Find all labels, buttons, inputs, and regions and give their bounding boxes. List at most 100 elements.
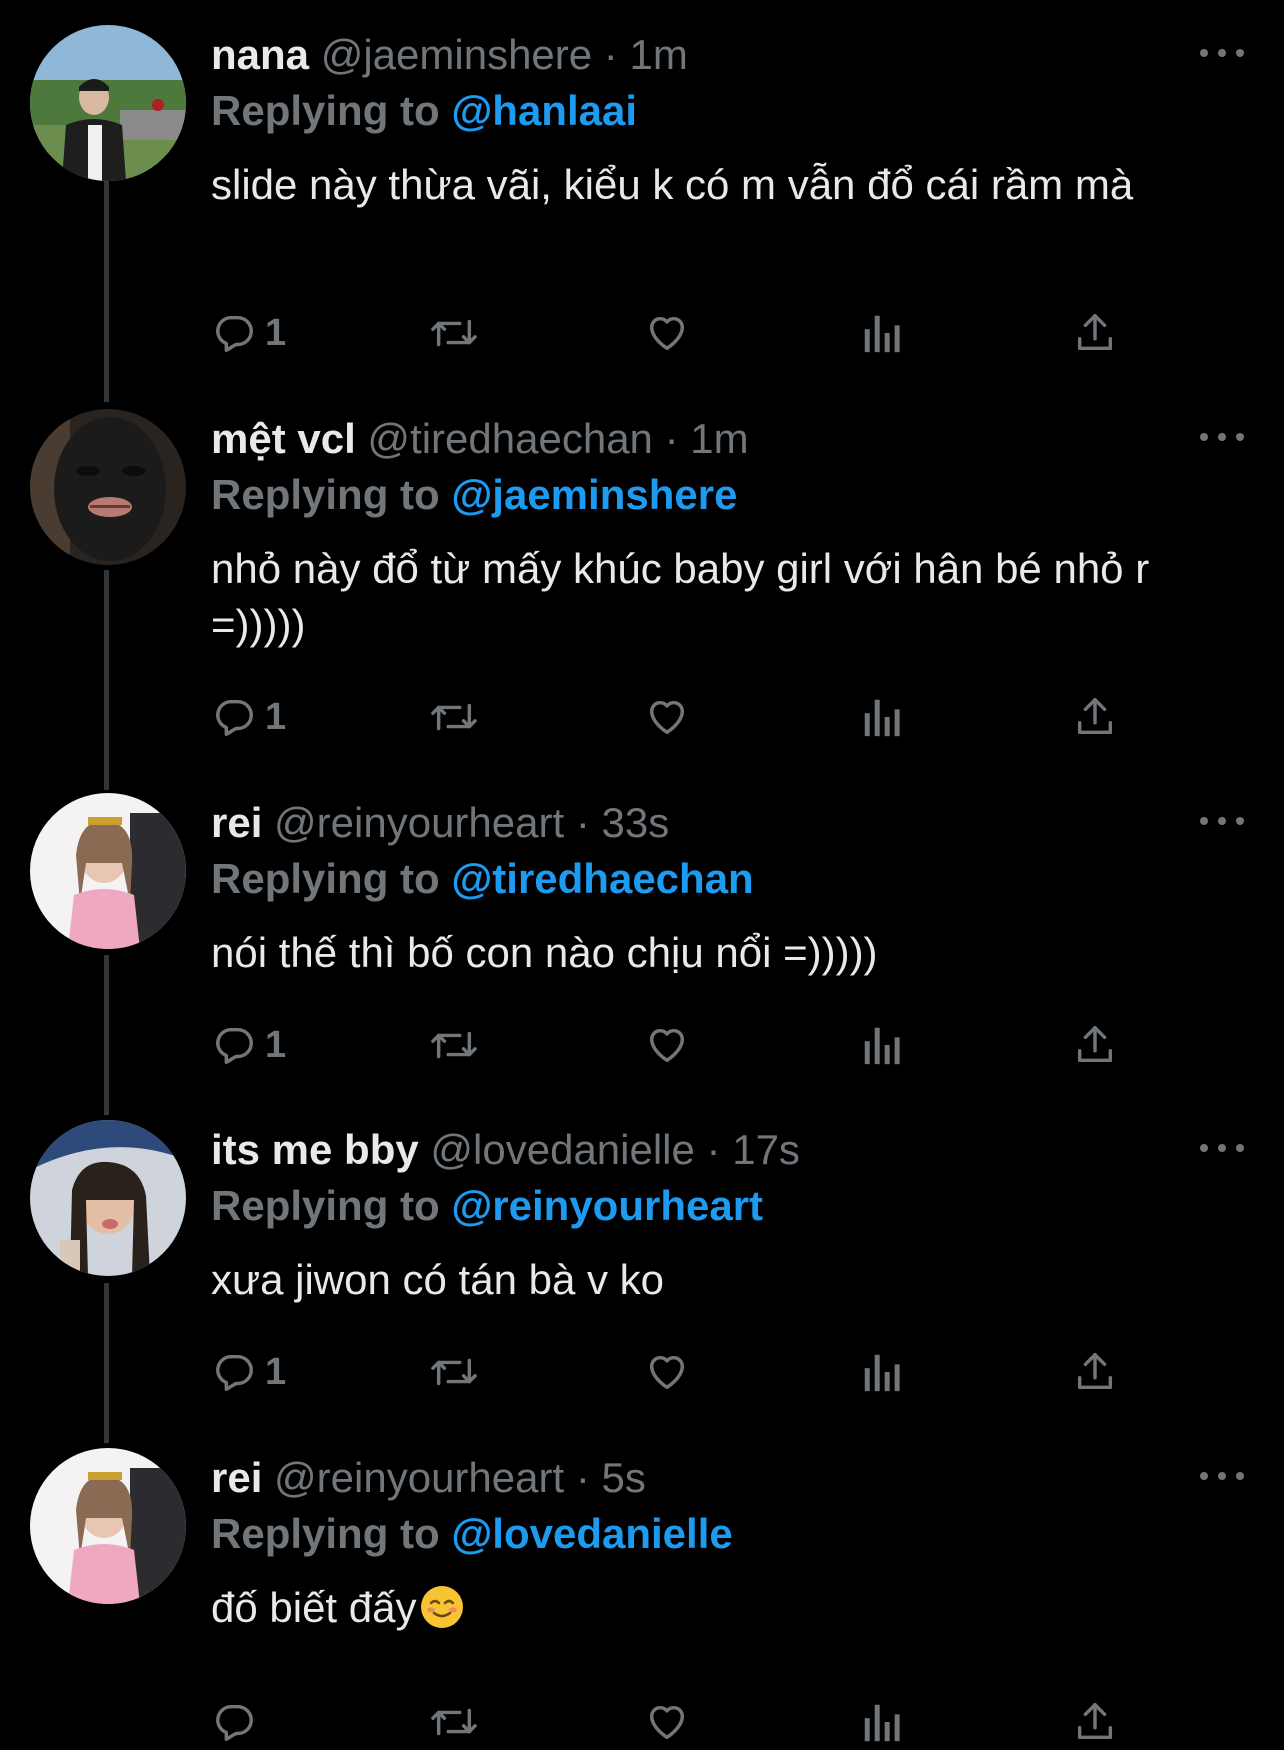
retweet-button[interactable] [428,689,480,745]
retweet-button[interactable] [428,1344,480,1400]
avatar[interactable] [30,793,186,949]
like-button[interactable] [643,1344,691,1400]
reply-button[interactable]: 1 [211,1344,286,1400]
more-icon[interactable] [1200,427,1244,447]
tweet-header: nana @jaeminshere · 1m [211,31,688,79]
views-button[interactable] [862,1694,902,1750]
user-handle[interactable]: @reinyourheart [274,1454,564,1501]
thread-line [104,570,109,790]
mention-link[interactable]: @jaeminshere [451,471,737,518]
share-button[interactable] [1072,305,1118,361]
like-button[interactable] [643,1694,691,1750]
share-icon [1077,1353,1113,1390]
separator-dot: · [575,1454,590,1501]
thread-line [104,170,109,402]
tweet-header: its me bby @lovedanielle · 17s [211,1126,800,1174]
separator-dot: · [664,415,679,462]
user-handle[interactable]: @reinyourheart [274,799,564,846]
retweet-button[interactable] [428,305,480,361]
replying-to: Replying to @hanlaai [211,87,637,135]
avatar[interactable] [30,409,186,565]
like-button[interactable] [643,689,691,745]
retweet-button[interactable] [428,1017,480,1073]
avatar[interactable] [30,1448,186,1604]
tweet-header: rei @reinyourheart · 5s [211,1454,646,1502]
share-button[interactable] [1072,1694,1118,1750]
display-name[interactable]: mệt vcl [211,415,356,462]
timestamp[interactable]: 1m [629,31,687,78]
more-icon[interactable] [1200,1138,1244,1158]
reply-icon [216,1354,253,1391]
display-name[interactable]: nana [211,31,309,78]
reply-icon [216,1704,253,1741]
user-handle[interactable]: @lovedanielle [430,1126,694,1173]
replying-to-label: Replying to [211,1182,440,1229]
like-button[interactable] [643,1017,691,1073]
tweet-header: mệt vcl @tiredhaechan · 1m [211,415,749,463]
display-name[interactable]: its me bby [211,1126,419,1173]
views-button[interactable] [862,689,902,745]
avatar[interactable] [30,25,186,181]
share-button[interactable] [1072,1017,1118,1073]
views-icon [864,1704,900,1742]
more-icon[interactable] [1200,43,1244,63]
share-icon [1077,698,1113,735]
more-icon[interactable] [1200,1466,1244,1486]
more-icon[interactable] [1200,811,1244,831]
views-button[interactable] [862,305,902,361]
user-handle[interactable]: @jaeminshere [321,31,592,78]
avatar[interactable] [30,1120,186,1276]
display-name[interactable]: rei [211,1454,262,1501]
reply-count: 1 [265,311,287,354]
share-icon [1077,1026,1113,1063]
heart-icon [649,700,685,735]
reply-count: 1 [265,1023,287,1066]
heart-icon [649,1355,685,1390]
reply-button[interactable]: 1 [211,1017,286,1073]
reply-button[interactable] [211,1694,265,1750]
timestamp[interactable]: 1m [690,415,748,462]
replying-to-label: Replying to [211,87,440,134]
retweet-icon [431,319,477,347]
reply-button[interactable]: 1 [211,689,286,745]
share-button[interactable] [1072,1344,1118,1400]
mention-link[interactable]: @reinyourheart [451,1182,763,1229]
timestamp[interactable]: 17s [732,1126,800,1173]
reply-button[interactable]: 1 [211,305,286,361]
timestamp[interactable]: 5s [602,1454,646,1501]
separator-dot: · [603,31,618,78]
tweet-actions: 1 [0,1344,1284,1400]
views-icon [864,699,900,737]
mention-link[interactable]: @lovedanielle [451,1510,732,1557]
retweet-button[interactable] [428,1694,480,1750]
share-icon [1077,314,1113,351]
like-button[interactable] [643,305,691,361]
heart-icon [649,1705,685,1740]
timestamp[interactable]: 33s [602,799,670,846]
tweet-text: slide này thừa vãi, kiểu k có m vẫn đổ c… [211,161,1134,208]
heart-icon [649,316,685,351]
heart-icon [649,1028,685,1063]
replying-to-label: Replying to [211,855,440,902]
reply-icon [216,1027,253,1064]
user-handle[interactable]: @tiredhaechan [367,415,653,462]
views-icon [864,1354,900,1392]
views-button[interactable] [862,1017,902,1073]
share-button[interactable] [1072,689,1118,745]
mention-link[interactable]: @tiredhaechan [451,855,753,902]
display-name[interactable]: rei [211,799,262,846]
tweet-actions: 1 [0,689,1284,745]
smiling-face-emoji-icon [420,1586,463,1628]
reply-count: 1 [265,695,287,738]
replying-to-label: Replying to [211,1510,440,1557]
separator-dot: · [575,799,590,846]
tweet-text: nhỏ này đổ từ mấy khúc baby girl với hân… [211,545,1150,648]
tweet-actions [0,1694,1284,1750]
reply-count: 1 [265,1350,287,1393]
replying-to: Replying to @jaeminshere [211,471,737,519]
views-button[interactable] [862,1344,902,1400]
retweet-icon [431,1031,477,1059]
tweet-header: rei @reinyourheart · 33s [211,799,669,847]
retweet-icon [431,1708,477,1736]
mention-link[interactable]: @hanlaai [451,87,637,134]
